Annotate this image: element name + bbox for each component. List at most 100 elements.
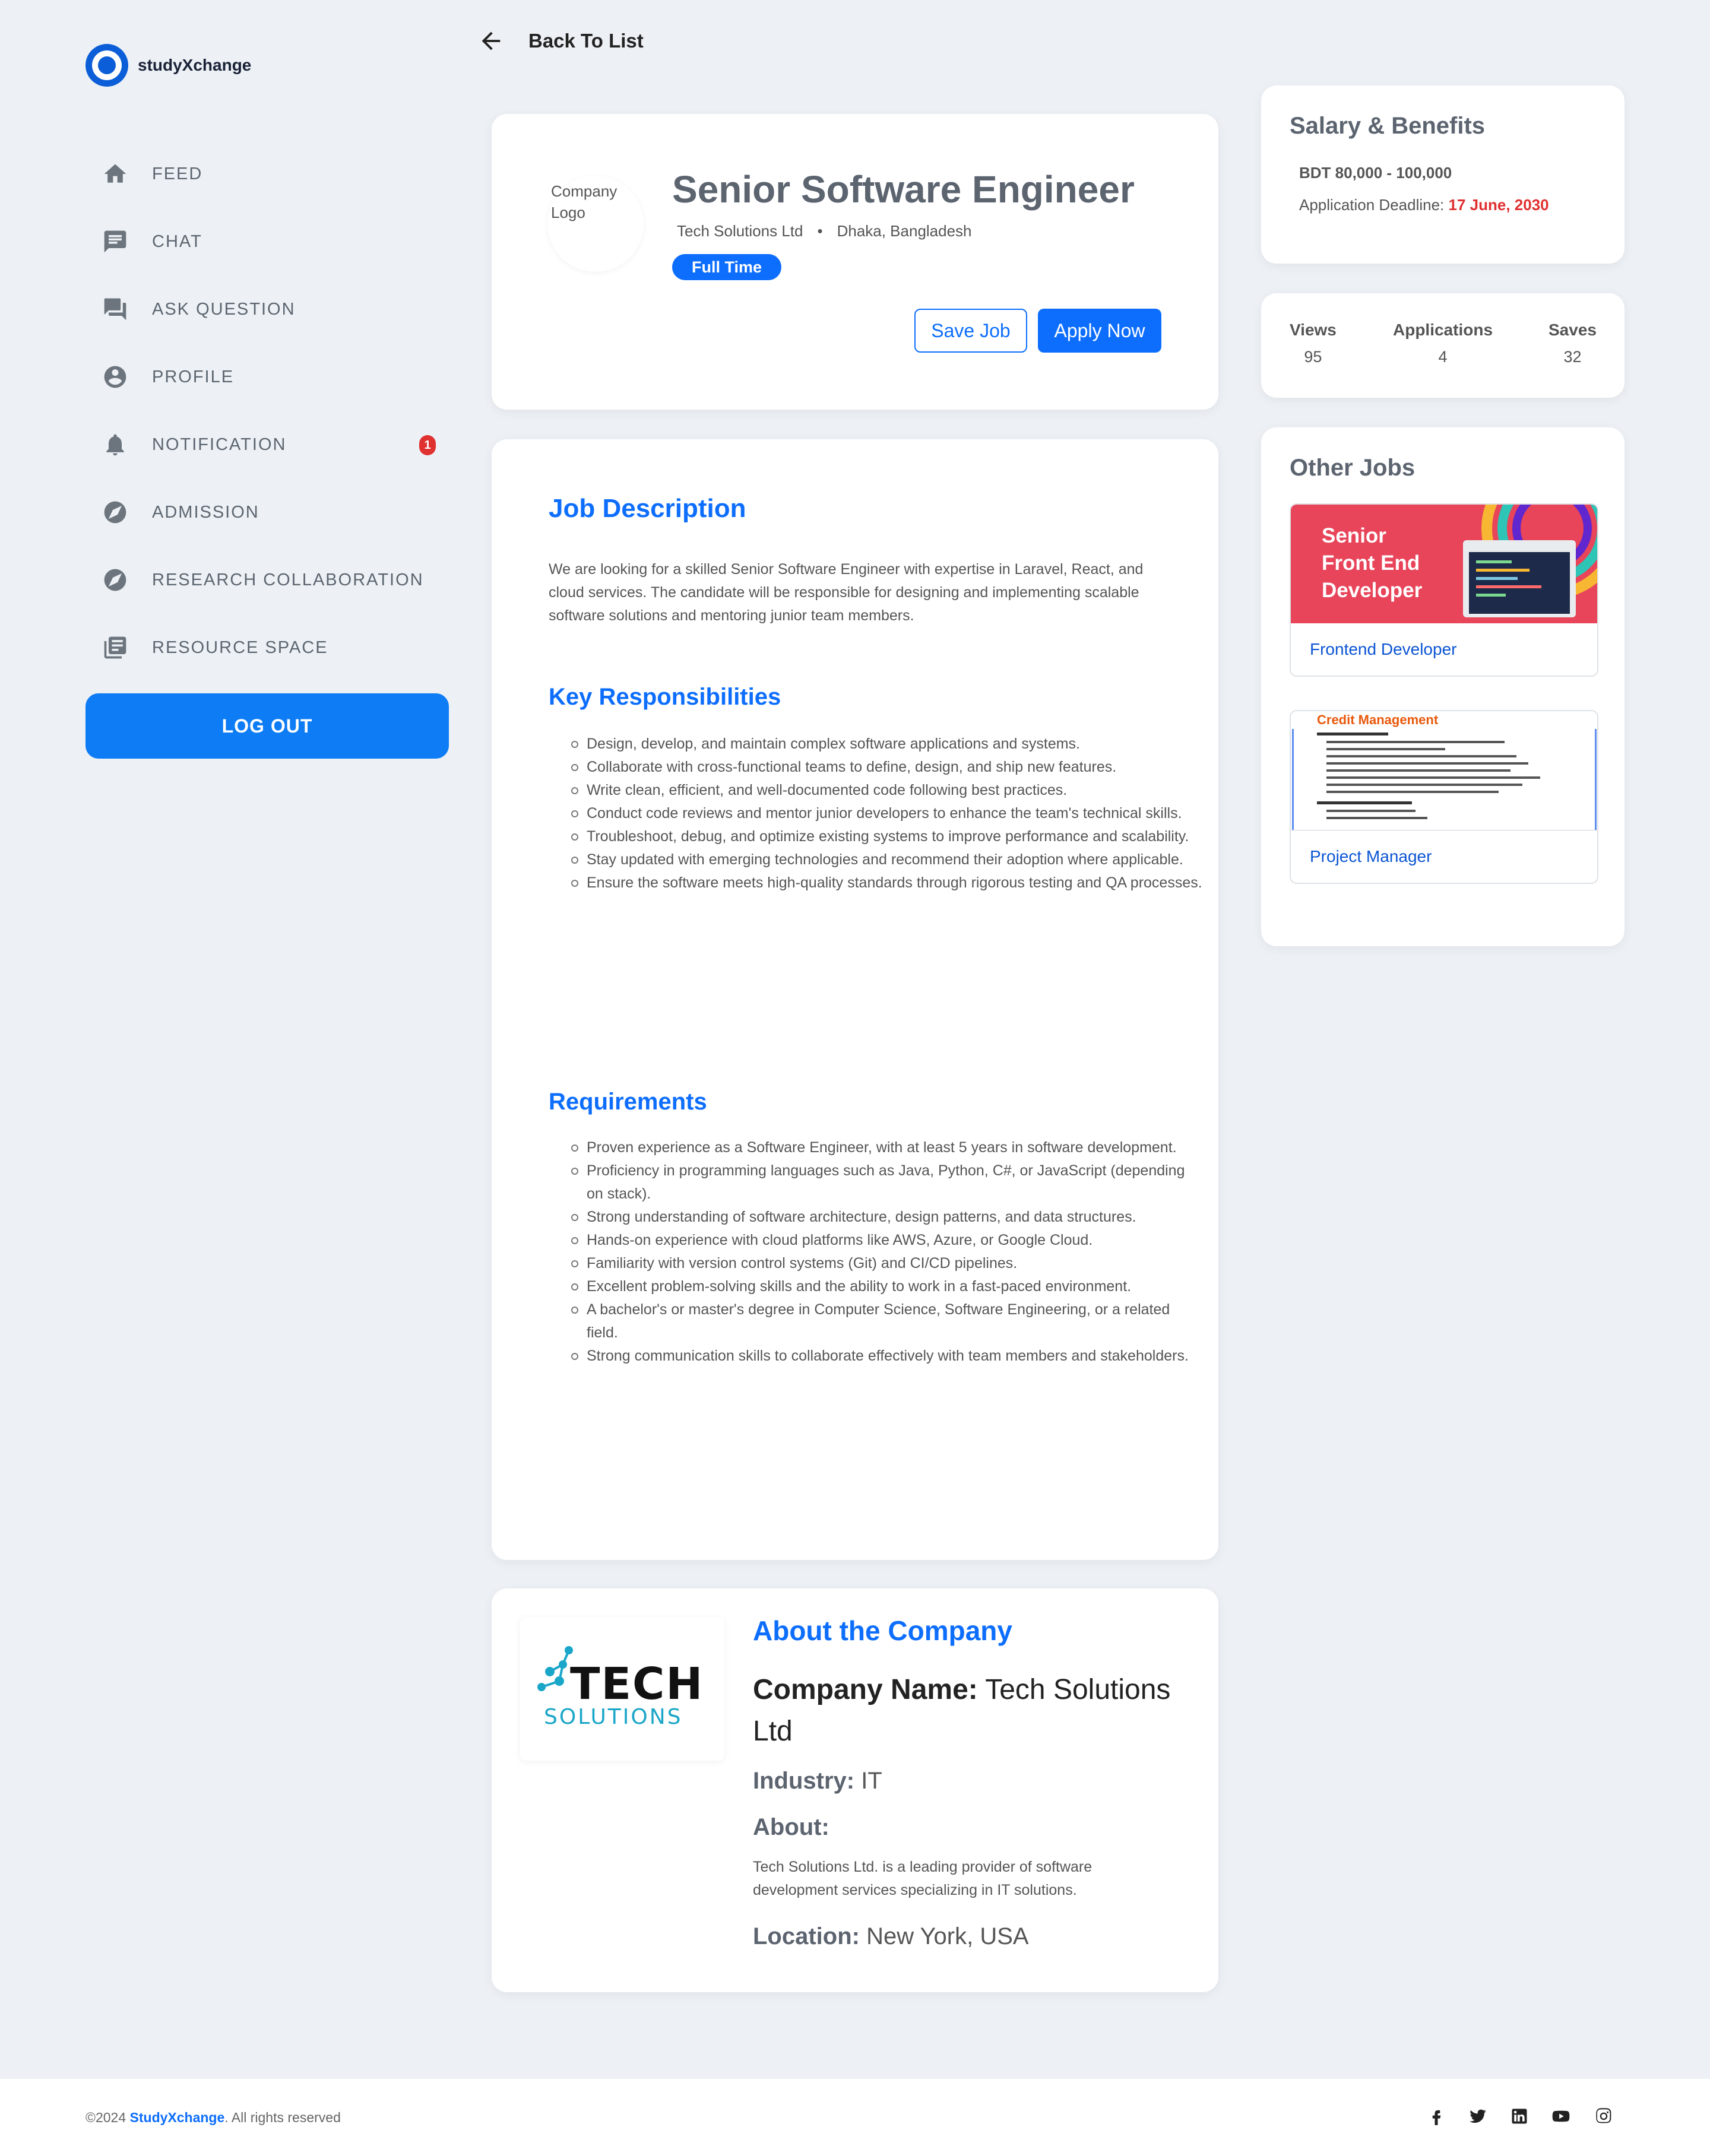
about-label: About:: [753, 1814, 829, 1840]
notification-count-badge: 1: [419, 435, 436, 455]
forum-icon: [102, 296, 128, 322]
responsibilities-list: Design, develop, and maintain complex so…: [549, 733, 1204, 895]
other-job-tile[interactable]: Senior Front End Developer Frontend Deve…: [1290, 503, 1598, 677]
brand[interactable]: studyXchange: [86, 44, 251, 87]
back-to-list-link[interactable]: Back To List: [477, 27, 644, 55]
sidebar-nav: FEED CHAT ASK QUESTION PROFILE NOTIFICAT…: [102, 140, 446, 681]
sidebar-item-notification[interactable]: NOTIFICATION 1: [102, 411, 446, 478]
about-company-heading: About the Company: [753, 1615, 1012, 1646]
salary-range: BDT 80,000 - 100,000: [1299, 164, 1452, 182]
other-job-tile[interactable]: Credit Management Project Manager: [1290, 710, 1598, 884]
company-logo-alt: Company Logo: [551, 182, 618, 221]
chat-icon: [102, 229, 128, 255]
company-name: Tech Solutions Ltd: [677, 222, 803, 240]
meta-separator: •: [817, 222, 823, 240]
list-item: Proficiency in programming languages suc…: [571, 1159, 1204, 1206]
company-name-label: Company Name:: [753, 1674, 978, 1705]
stat-value: 32: [1563, 348, 1582, 366]
sidebar-item-resource-space[interactable]: RESOURCE SPACE: [102, 614, 446, 681]
library-icon: [102, 635, 128, 661]
footer-copyright: ©2024 StudyXchange. All rights reserved: [86, 2110, 341, 2126]
sidebar-item-feed[interactable]: FEED: [102, 140, 446, 208]
list-item: Collaborate with cross-functional teams …: [571, 756, 1204, 779]
facebook-icon[interactable]: [1427, 2107, 1445, 2125]
location-label: Location:: [753, 1923, 860, 1949]
sidebar-item-label: PROFILE: [152, 367, 235, 386]
sidebar-item-admission[interactable]: ADMISSION: [102, 478, 446, 546]
save-job-button[interactable]: Save Job: [914, 309, 1027, 353]
list-item: Hands-on experience with cloud platforms…: [571, 1229, 1204, 1252]
banner-line: Senior: [1322, 524, 1386, 547]
job-type-badge: Full Time: [672, 254, 781, 280]
stat-saves: Saves 32: [1548, 321, 1597, 366]
sidebar-item-label: RESOURCE SPACE: [152, 638, 328, 657]
industry-line: Industry: IT: [753, 1768, 882, 1794]
list-item: A bachelor's or master's degree in Compu…: [571, 1298, 1204, 1345]
industry-label: Industry:: [753, 1768, 855, 1794]
sidebar-item-label: ADMISSION: [152, 502, 259, 522]
requirements-list: Proven experience as a Software Engineer…: [549, 1136, 1204, 1368]
document-lines-icon: [1292, 729, 1597, 830]
location-value: New York, USA: [866, 1923, 1029, 1949]
job-location: Dhaka, Bangladesh: [837, 222, 972, 240]
logo-text-tech: TECH: [570, 1659, 704, 1710]
footer-brand-link[interactable]: StudyXchange: [130, 2110, 225, 2125]
list-item: Conduct code reviews and mentor junior d…: [571, 802, 1204, 825]
stat-label: Saves: [1548, 321, 1597, 339]
footer-rights: . All rights reserved: [224, 2110, 341, 2125]
stat-value: 4: [1438, 348, 1448, 366]
sidebar-item-profile[interactable]: PROFILE: [102, 343, 446, 411]
sidebar-item-chat[interactable]: CHAT: [102, 208, 446, 275]
list-item: Familiarity with version control systems…: [571, 1252, 1204, 1275]
about-label-line: About:: [753, 1814, 829, 1841]
youtube-icon[interactable]: [1552, 2107, 1570, 2125]
twitter-icon[interactable]: [1469, 2107, 1487, 2125]
job-banner-image: Credit Management: [1291, 711, 1597, 830]
other-job-link[interactable]: Project Manager: [1291, 830, 1597, 883]
banner-text: Senior Front End Developer: [1322, 522, 1422, 604]
industry-value: IT: [861, 1768, 882, 1794]
sidebar-item-label: RESEARCH COLLABORATION: [152, 570, 424, 589]
stat-label: Views: [1290, 321, 1337, 339]
list-item: Write clean, efficient, and well-documen…: [571, 779, 1204, 802]
brand-name: studyXchange: [138, 56, 252, 74]
apply-now-button[interactable]: Apply Now: [1038, 309, 1161, 353]
compass-icon: [102, 567, 128, 593]
sidebar-item-label: FEED: [152, 164, 203, 183]
list-item: Ensure the software meets high-quality s…: [571, 871, 1204, 895]
list-item: Strong communication skills to collabora…: [571, 1345, 1204, 1368]
banner-line: Developer: [1322, 579, 1423, 602]
instagram-icon[interactable]: [1595, 2107, 1613, 2125]
brand-logo-icon: [86, 44, 128, 87]
about-text: Tech Solutions Ltd. is a leading provide…: [753, 1859, 1092, 1898]
job-meta: Tech Solutions Ltd • Dhaka, Bangladesh: [677, 222, 972, 240]
job-banner-image: Senior Front End Developer: [1291, 505, 1597, 623]
bell-icon: [102, 432, 128, 458]
account-icon: [102, 364, 128, 390]
back-label: Back To List: [528, 30, 644, 52]
job-title: Senior Software Engineer: [672, 168, 1135, 211]
deadline-label: Application Deadline:: [1299, 196, 1445, 214]
stat-value: 95: [1304, 348, 1322, 366]
other-job-link[interactable]: Frontend Developer: [1291, 623, 1597, 676]
requirements-heading: Requirements: [549, 1089, 707, 1115]
job-description-text: We are looking for a skilled Senior Soft…: [549, 561, 1144, 624]
stat-applications: Applications 4: [1393, 321, 1493, 366]
stat-label: Applications: [1393, 321, 1493, 339]
tech-solutions-logo: TECH SOLUTIONS: [520, 1617, 724, 1761]
list-item: Troubleshoot, debug, and optimize existi…: [571, 825, 1204, 848]
list-item: Design, develop, and maintain complex so…: [571, 733, 1204, 756]
sidebar-item-ask-question[interactable]: ASK QUESTION: [102, 275, 446, 343]
company-name-line: Company Name: Tech Solutions Ltd: [753, 1669, 1192, 1752]
list-item: Excellent problem-solving skills and the…: [571, 1275, 1204, 1298]
sidebar-item-label: CHAT: [152, 232, 202, 251]
deadline-value: 17 June, 2030: [1448, 196, 1549, 214]
sidebar-item-research-collaboration[interactable]: RESEARCH COLLABORATION: [102, 546, 446, 614]
home-icon: [102, 161, 128, 187]
sidebar-item-label: ASK QUESTION: [152, 299, 296, 319]
logo-text-solutions: SOLUTIONS: [544, 1705, 683, 1729]
location-line: Location: New York, USA: [753, 1923, 1029, 1950]
job-description-heading: Job Description: [549, 494, 746, 523]
linkedin-icon[interactable]: [1510, 2107, 1528, 2125]
logout-button[interactable]: LOG OUT: [86, 693, 449, 759]
